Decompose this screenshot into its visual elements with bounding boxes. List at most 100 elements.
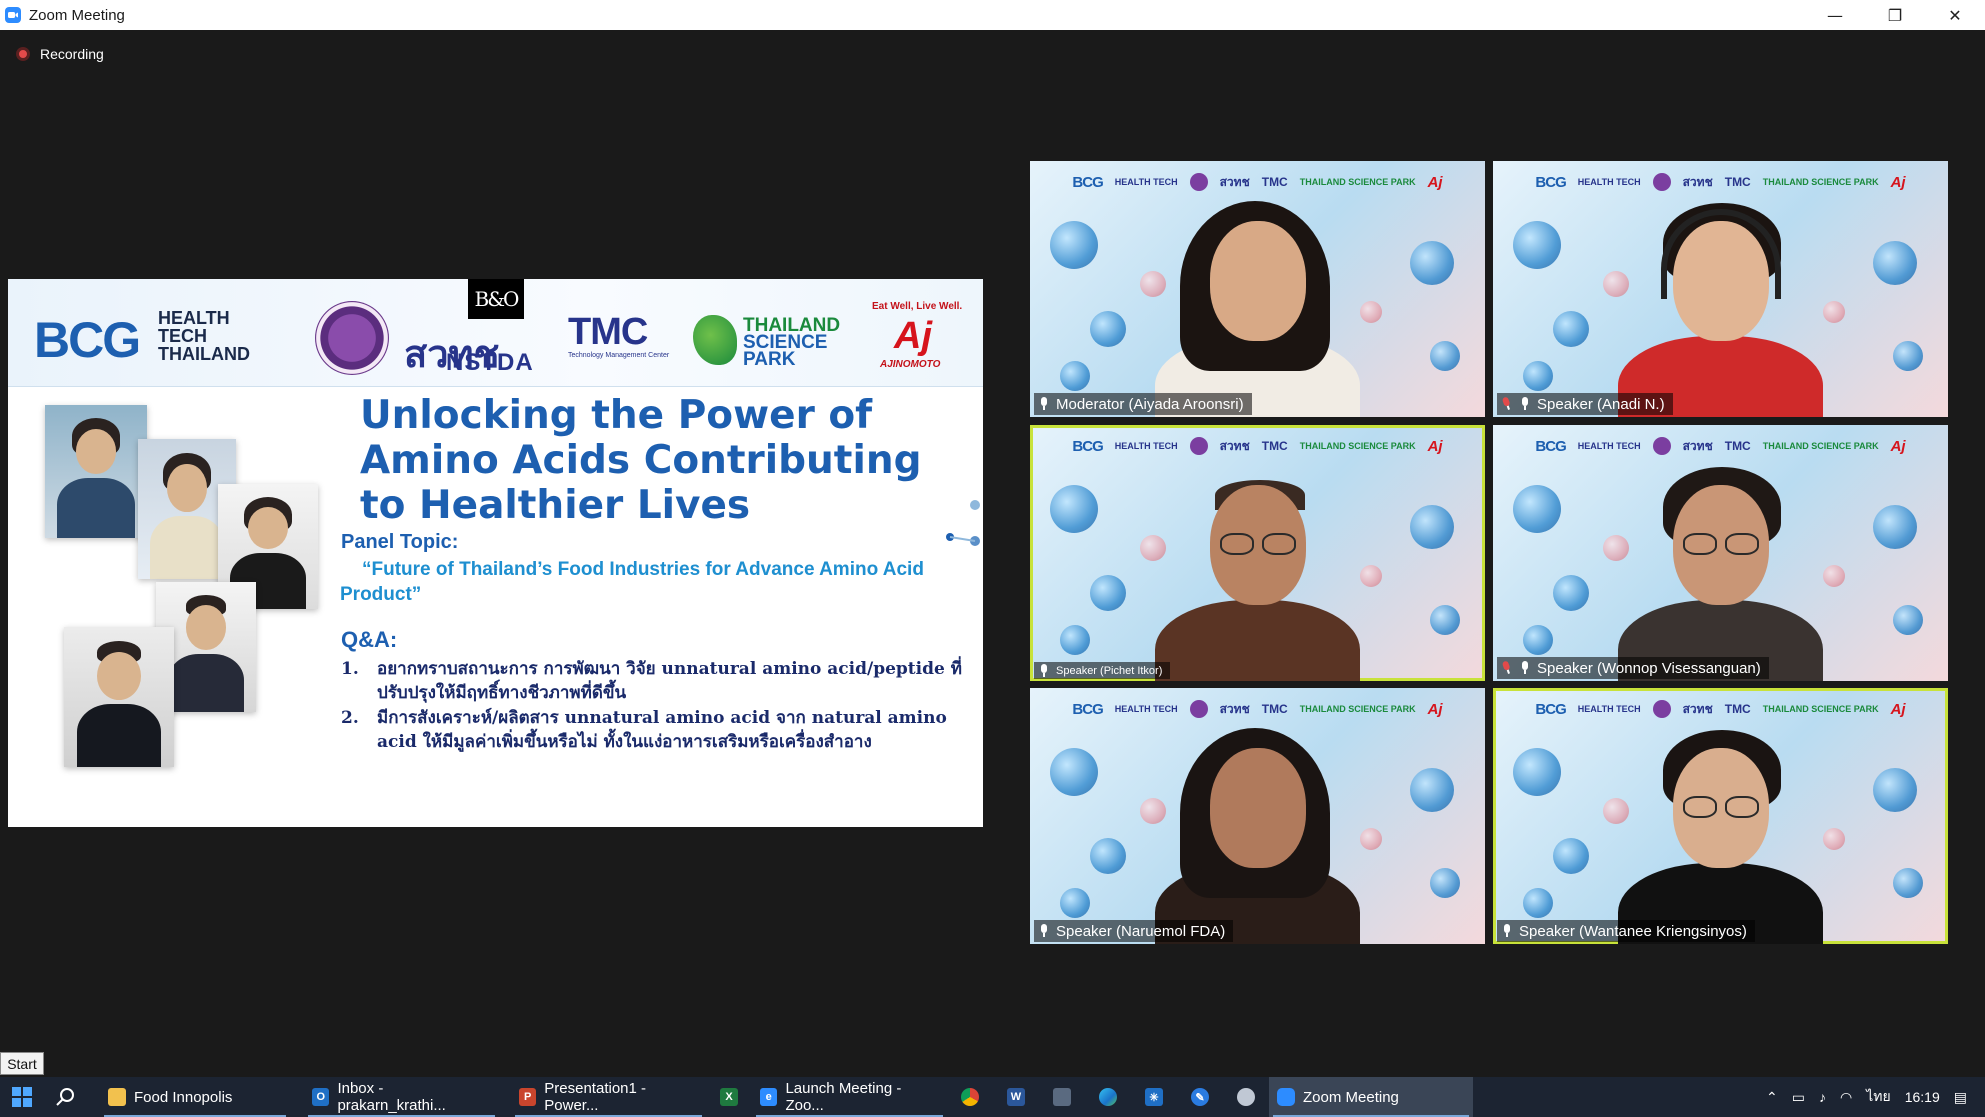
participant-video-tile[interactable]: BCG HEALTH TECH สวทช TMC THAILAND SCIENCE PA… — [1030, 425, 1485, 681]
word-icon: W — [1007, 1088, 1025, 1106]
windows-icon — [12, 1087, 32, 1107]
slide-brand-logo: B&O — [468, 279, 524, 319]
pen-icon: ✎ — [1191, 1088, 1209, 1106]
taskbar-pin-chrome[interactable] — [947, 1077, 993, 1117]
internet-explorer-icon: e — [760, 1088, 778, 1106]
participant-video-tile[interactable]: BCG HEALTH TECH สวทช TMC THAILAND SCIENCE PA… — [1493, 425, 1948, 681]
chevron-up-icon[interactable]: ⌃ — [1766, 1089, 1778, 1106]
search-button[interactable] — [44, 1077, 88, 1117]
nstda-logo: NSTDA — [446, 349, 534, 376]
taskbar-item-excel[interactable]: X — [706, 1077, 752, 1117]
taskbar-item-outlook[interactable]: O Inbox - prakarn_krathi... — [304, 1077, 499, 1117]
participant-name: Speaker (Pichet Itkor) — [1056, 664, 1163, 677]
chrome-icon — [961, 1088, 979, 1106]
taskbar-pin-calculator[interactable] — [1039, 1077, 1085, 1117]
taskbar-pin-edge[interactable] — [1085, 1077, 1131, 1117]
meeting-area: Recording BCG HEALTH TECH THAILAND สวทช … — [0, 30, 1985, 1082]
shared-screen-slide[interactable]: BCG HEALTH TECH THAILAND สวทช NSTDA TMC … — [8, 279, 983, 827]
taskbar-pin-paint[interactable] — [1223, 1077, 1269, 1117]
notification-icon[interactable]: ▤ — [1954, 1089, 1967, 1106]
panel-topic-text: “Future of Thailand’s Food Industries fo… — [340, 559, 924, 605]
participant-name-tag: Speaker (Naruemol FDA) — [1034, 920, 1234, 942]
title-bar: Zoom Meeting — ❐ ✕ — [0, 0, 1985, 30]
mic-muted-icon — [1499, 395, 1515, 412]
recording-icon — [16, 47, 30, 61]
participant-name: Moderator (Aiyada Aroonsri) — [1056, 395, 1244, 413]
pin-icon — [1519, 397, 1531, 411]
pin-icon — [1038, 924, 1050, 938]
recording-label: Recording — [40, 46, 104, 62]
qa-item: 1. อยากทราบสถานะการ การพัฒนา วิจัย unnat… — [341, 659, 962, 703]
language-indicator[interactable]: ไทย — [1866, 1086, 1890, 1108]
folder-icon — [108, 1088, 126, 1106]
ministry-seal-logo — [315, 301, 389, 375]
participant-name: Speaker (Anadi N.) — [1537, 395, 1665, 413]
participant-video-feed — [1493, 425, 1948, 681]
start-tooltip: Start — [0, 1052, 44, 1075]
participant-video-feed — [1030, 161, 1485, 417]
recording-indicator[interactable]: Recording — [16, 46, 104, 62]
search-icon — [56, 1088, 74, 1106]
settings-icon: ✳ — [1145, 1088, 1163, 1106]
tmc-subtitle: Technology Management Center — [568, 352, 670, 359]
qa-list: 1. อยากทราบสถานะการ การพัฒนา วิจัย unnat… — [341, 657, 981, 755]
zoom-app-icon — [5, 7, 21, 23]
participant-video-tile[interactable]: BCG HEALTH TECH สวทช TMC THAILAND SCIENCE PA… — [1030, 161, 1485, 417]
participant-name-tag: Moderator (Aiyada Aroonsri) — [1034, 393, 1252, 415]
panelist-photo — [45, 405, 147, 538]
participant-name: Speaker (Wonnop Visessanguan) — [1537, 659, 1761, 677]
molecule-decoration-icon — [946, 500, 980, 546]
panel-topic-label: Panel Topic: — [341, 531, 459, 553]
zoom-icon — [1277, 1088, 1295, 1106]
wifi-icon[interactable]: ◠ — [1840, 1089, 1852, 1106]
edge-icon — [1099, 1088, 1117, 1106]
window-title: Zoom Meeting — [29, 6, 125, 24]
volume-icon[interactable]: ♪ — [1819, 1089, 1826, 1105]
participant-video-feed — [1030, 688, 1485, 944]
restore-button[interactable]: ❐ — [1865, 0, 1925, 30]
start-button[interactable] — [0, 1077, 44, 1117]
outlook-icon: O — [312, 1088, 330, 1106]
participant-video-tile[interactable]: BCG HEALTH TECH สวทช TMC THAILAND SCIENCE PA… — [1493, 161, 1948, 417]
participant-name-tag: Speaker (Anadi N.) — [1497, 393, 1673, 415]
minimize-button[interactable]: — — [1805, 0, 1865, 30]
excel-icon: X — [720, 1088, 738, 1106]
clock[interactable]: 16:19 — [1905, 1089, 1940, 1105]
pin-icon — [1501, 924, 1513, 938]
qa-label: Q&A: — [341, 627, 398, 652]
system-tray: ⌃ ▭ ♪ ◠ ไทย 16:19 ▤ — [1766, 1077, 1985, 1117]
qa-item: 2. มีการสังเคราะห์/ผลิตสาร unnatural ami… — [341, 708, 947, 752]
participant-video-tile[interactable]: BCG HEALTH TECH สวทช TMC THAILAND SCIENCE PA… — [1493, 688, 1948, 944]
taskbar-pin-pen[interactable]: ✎ — [1177, 1077, 1223, 1117]
mic-muted-icon — [1499, 659, 1515, 676]
powerpoint-icon: P — [519, 1088, 537, 1106]
pin-icon — [1038, 397, 1050, 411]
ajinomoto-tagline: Eat Well, Live Well. — [872, 301, 963, 312]
bcg-logo: BCG — [34, 312, 141, 368]
taskbar-pin-app[interactable]: ✳ — [1131, 1077, 1177, 1117]
participant-name: Speaker (Naruemol FDA) — [1056, 922, 1226, 940]
taskbar-item-launch-meeting[interactable]: e Launch Meeting - Zoo... — [752, 1077, 947, 1117]
taskbar-item-food-innopolis[interactable]: Food Innopolis — [100, 1077, 290, 1117]
thailand-science-park-logo: THAILAND SCIENCE PARK — [743, 315, 841, 370]
participant-name-tag: Speaker (Pichet Itkor) — [1034, 662, 1171, 679]
participant-video-tile[interactable]: BCG HEALTH TECH สวทช TMC THAILAND SCIENCE PA… — [1030, 688, 1485, 944]
calculator-icon — [1053, 1088, 1071, 1106]
tmc-logo: TMC — [568, 311, 648, 353]
ajinomoto-wordmark: AJINOMOTO — [880, 359, 941, 370]
pin-icon — [1038, 663, 1050, 678]
participant-video-feed — [1493, 161, 1948, 417]
battery-icon[interactable]: ▭ — [1792, 1089, 1805, 1106]
taskbar-pin-word[interactable]: W — [993, 1077, 1039, 1117]
taskbar-item-powerpoint[interactable]: P Presentation1 - Power... — [511, 1077, 706, 1117]
ajinomoto-logo: Aj — [894, 315, 932, 357]
close-button[interactable]: ✕ — [1925, 0, 1985, 30]
panelist-photo — [64, 627, 174, 767]
participant-name-tag: Speaker (Wantanee Kriengsinyos) — [1497, 920, 1755, 942]
participant-video-feed — [1493, 688, 1948, 944]
windows-taskbar: Food Innopolis O Inbox - prakarn_krathi.… — [0, 1077, 1985, 1117]
pin-icon — [1519, 661, 1531, 675]
participant-name: Speaker (Wantanee Kriengsinyos) — [1519, 922, 1747, 940]
taskbar-item-zoom-meeting[interactable]: Zoom Meeting — [1269, 1077, 1473, 1117]
paint-icon — [1237, 1088, 1255, 1106]
